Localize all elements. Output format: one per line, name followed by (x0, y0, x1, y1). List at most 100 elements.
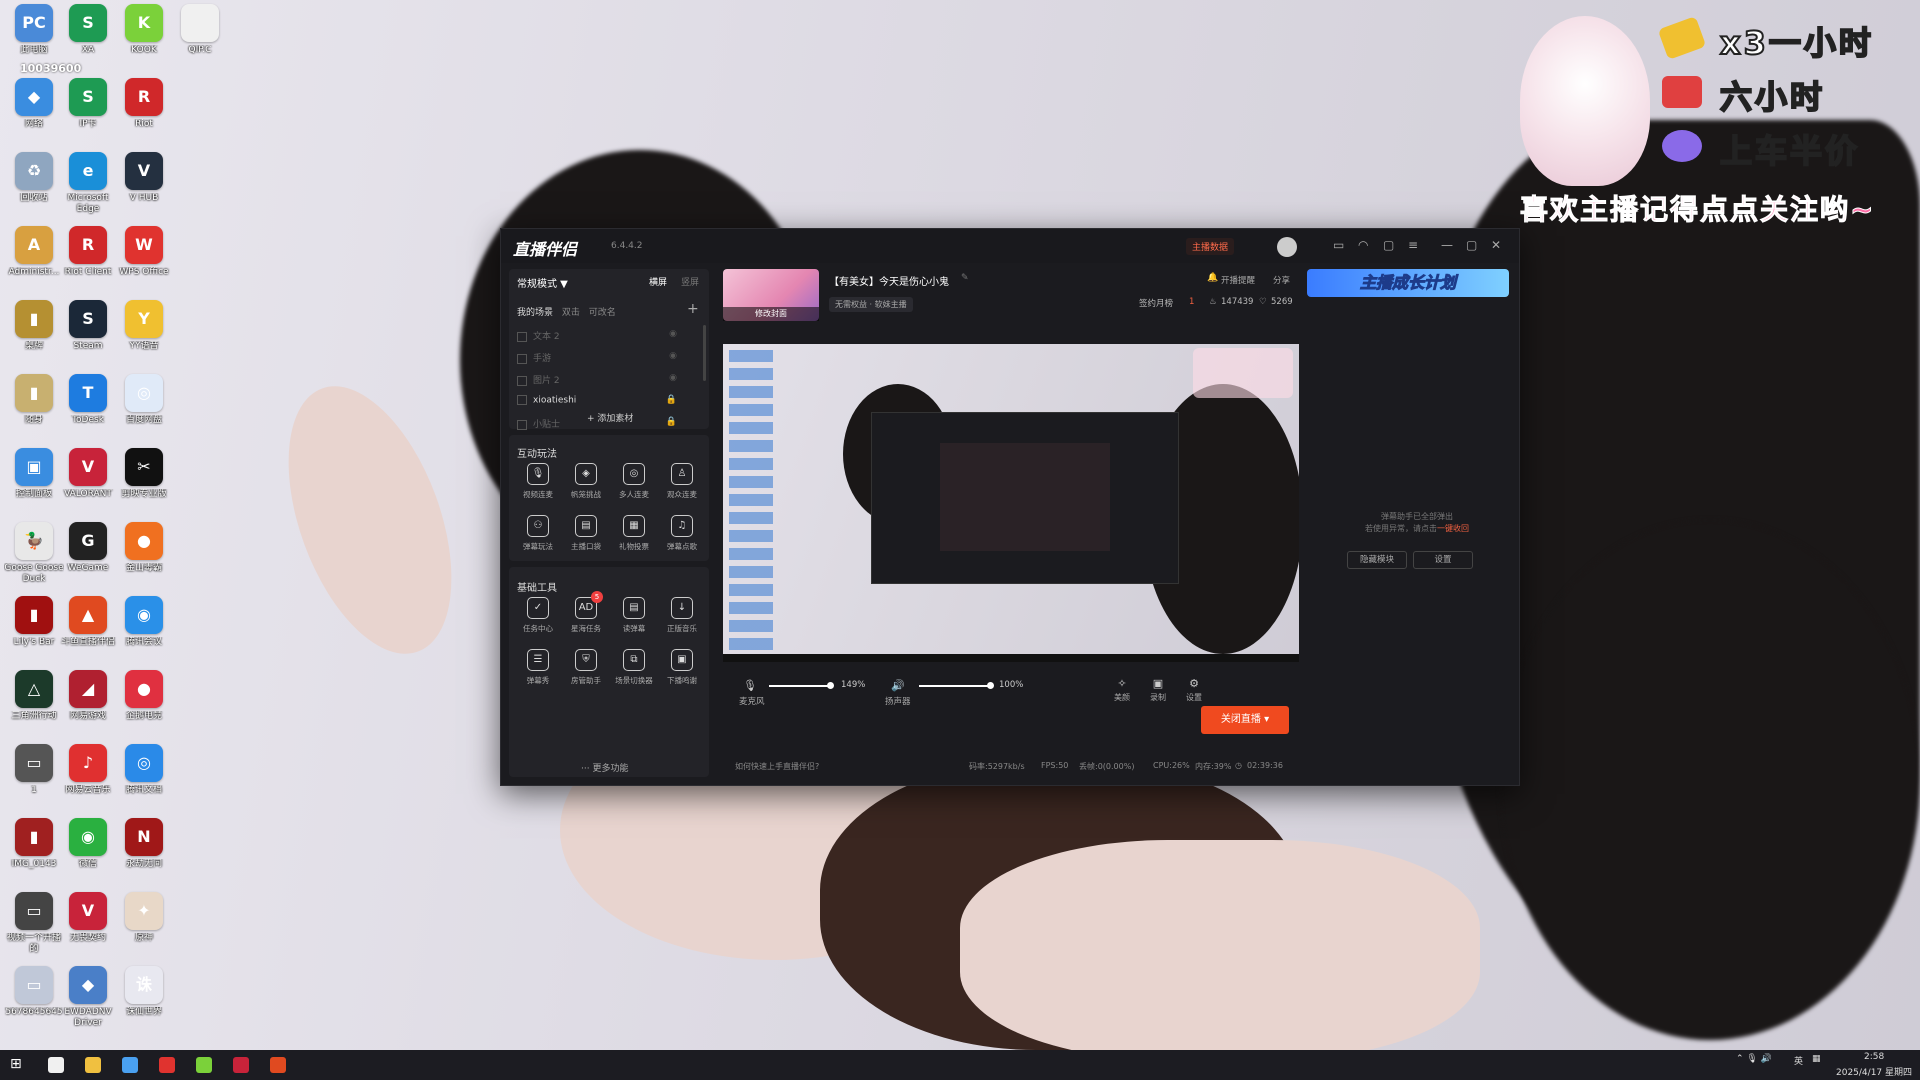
taskbar-app-icon[interactable] (85, 1057, 101, 1073)
desktop-icon[interactable]: △ 三角洲行动 (4, 670, 64, 742)
tool-button[interactable]: ✓ 任务中心 (515, 595, 561, 641)
scene-item[interactable]: 手游 ◉ (517, 351, 687, 369)
tab-my-scenes[interactable]: 我的场景 (517, 308, 553, 318)
desktop-icon[interactable]: ▮ 桌牌 (4, 300, 64, 372)
desktop-icon[interactable]: ▮ 随身 (4, 374, 64, 446)
tray-table-icon[interactable]: ▦ (1812, 1054, 1821, 1064)
stream-cover[interactable]: 修改封面 (723, 269, 819, 321)
taskbar-app-icon[interactable] (233, 1057, 249, 1073)
desktop-icon[interactable]: V VALORANT (58, 448, 118, 520)
tool-button[interactable]: ♙ 观众连麦 (659, 461, 705, 507)
taskbar-app-icon[interactable] (159, 1057, 175, 1073)
desktop-icon[interactable]: R Riot (114, 78, 174, 150)
scene-item[interactable]: 图片 2 ◉ (517, 373, 687, 391)
desktop-icon[interactable]: ✦ 原神 (114, 892, 174, 964)
beauty-button[interactable]: ✧ 美颜 (1107, 677, 1137, 703)
maximize-icon[interactable]: ▢ (1466, 238, 1477, 252)
tool-button[interactable]: ◎ 多人连麦 (611, 461, 657, 507)
tool-button[interactable]: ⛨ 房管助手 (563, 647, 609, 693)
desktop-icon[interactable]: ◆ EWDADNV Driver (58, 966, 118, 1038)
desktop-icon[interactable]: ▭ 视频一个开播的 (4, 892, 64, 964)
desktop-icon[interactable]: S IP卡 (58, 78, 118, 150)
eye-icon[interactable]: ◉ (669, 351, 677, 361)
desktop-icon[interactable]: ♪ 网易云音乐 (58, 744, 118, 816)
input-lang[interactable]: 英 (1794, 1054, 1803, 1067)
desktop-icon[interactable]: ▲ 斗鱼直播伴侣 (58, 596, 118, 668)
hide-module-button[interactable]: 隐藏模块 (1347, 551, 1407, 569)
mic-icon[interactable]: 🎙 (743, 679, 757, 692)
more-features-button[interactable]: ··· 更多功能 (581, 761, 628, 774)
taskbar-app-icon[interactable] (270, 1057, 286, 1073)
desktop-icon[interactable]: R Riot Client (58, 226, 118, 298)
desktop-icon[interactable]: ◉ 微信 (58, 818, 118, 890)
desktop-icon[interactable]: ▭ 1 (4, 744, 64, 816)
remind-button[interactable]: 开播提醒 (1221, 274, 1255, 286)
scene-checkbox[interactable] (517, 375, 527, 386)
tool-button[interactable]: ▦ 礼物投票 (611, 513, 657, 559)
tool-button[interactable]: ⧉ 场景切换器 (611, 647, 657, 693)
speaker-icon[interactable]: 🔊 (891, 679, 905, 692)
tool-button[interactable]: ◈ 帆笼挑战 (563, 461, 609, 507)
tool-button[interactable]: ▤ 主播口袋 (563, 513, 609, 559)
growth-plan-banner[interactable]: 主播成长计划 (1307, 269, 1509, 297)
desktop-icon[interactable]: ▮ Lily's Bar (4, 596, 64, 668)
speaker-slider-knob[interactable] (987, 682, 994, 689)
mic-slider-knob[interactable] (827, 682, 834, 689)
scene-checkbox[interactable] (517, 395, 527, 405)
desktop-icon[interactable]: W WPS Office (114, 226, 174, 298)
desktop-icon[interactable]: ▭ 5678645645 (4, 966, 64, 1038)
lock-icon[interactable]: 🔒 (666, 395, 677, 405)
menu-icon[interactable]: ≡ (1408, 238, 1418, 252)
anchor-data-button[interactable]: 主播数据 (1186, 238, 1235, 255)
stream-title[interactable]: 【有美女】今天是伤心小鬼 (829, 273, 949, 288)
desktop-icon[interactable]: QIP.C (170, 4, 230, 76)
help-icon[interactable]: ▢ (1383, 238, 1394, 252)
scene-checkbox[interactable] (517, 419, 527, 430)
edit-title-icon[interactable]: ✎ (961, 273, 969, 283)
desktop-icon[interactable]: ◎ 腾讯文档 (114, 744, 174, 816)
add-scene-button[interactable]: + (687, 301, 699, 317)
share-button[interactable]: 分享 (1273, 274, 1290, 286)
desktop-icon[interactable]: ▣ 控制面板 (4, 448, 64, 520)
speaker-slider[interactable] (919, 685, 989, 687)
desktop-icon[interactable]: e Microsoft Edge (58, 152, 118, 224)
start-icon[interactable]: ⊞ (10, 1056, 22, 1072)
user-avatar[interactable] (1277, 237, 1297, 257)
stream-tag[interactable]: 无需权益 · 软妹主播 (829, 297, 913, 312)
recall-link[interactable]: 一键收回 (1437, 524, 1469, 533)
taskbar-app-icon[interactable] (122, 1057, 138, 1073)
clock-time[interactable]: 2:58 (1864, 1052, 1884, 1062)
help-link[interactable]: 如何快速上手直播伴侣? (735, 761, 819, 772)
settings-button[interactable]: ⚙ 设置 (1179, 677, 1209, 703)
scene-scrollbar[interactable] (703, 325, 706, 381)
tool-button[interactable]: ♫ 弹幕点歌 (659, 513, 705, 559)
eye-icon[interactable]: ◉ (669, 373, 677, 383)
tray-icons[interactable]: ⌃ 🎙 🔊 (1736, 1054, 1772, 1064)
desktop-icon[interactable]: 诛诛仙世界 (114, 966, 174, 1038)
headset-icon[interactable]: ◠ (1358, 238, 1368, 252)
tool-button[interactable]: AD 星海任务 5 (563, 591, 609, 641)
desktop-icon[interactable]: ◎ 百度网盘 (114, 374, 174, 446)
tool-button[interactable]: ⚇ 弹幕玩法 (515, 513, 561, 559)
tab-double-click[interactable]: 双击 (562, 308, 580, 318)
tool-button[interactable]: ☰ 弹幕秀 (515, 647, 561, 693)
taskbar-app-icon[interactable] (48, 1057, 64, 1073)
portrait-toggle[interactable]: 竖屏 (681, 275, 699, 288)
remind-icon[interactable]: 🔔 (1207, 273, 1218, 283)
lock-icon[interactable]: 🔒 (666, 417, 677, 427)
desktop-icon[interactable]: ◉ 腾讯会议 (114, 596, 174, 668)
desktop-icon[interactable]: 🦆 Goose Goose Duck (4, 522, 64, 594)
desktop-icon[interactable]: ◆ 网络 (4, 78, 64, 150)
desktop-icon[interactable]: T ToDesk (58, 374, 118, 446)
desktop-icon[interactable]: S Steam (58, 300, 118, 372)
close-icon[interactable]: ✕ (1491, 238, 1501, 252)
desktop-icon[interactable]: ♻ 回收站 (4, 152, 64, 224)
mic-slider[interactable] (769, 685, 829, 687)
title-bar[interactable]: 直播伴侣 6.4.4.2 主播数据 ▭ ◠ ▢ ≡ — ▢ ✕ (501, 229, 1519, 263)
scene-checkbox[interactable] (517, 331, 527, 342)
edit-cover-button[interactable]: 修改封面 (723, 307, 819, 321)
desktop-icon[interactable]: ◢ 网易游戏 (58, 670, 118, 742)
record-button[interactable]: ▣ 录制 (1143, 677, 1173, 703)
right-settings-button[interactable]: 设置 (1413, 551, 1473, 569)
scene-checkbox[interactable] (517, 353, 527, 364)
